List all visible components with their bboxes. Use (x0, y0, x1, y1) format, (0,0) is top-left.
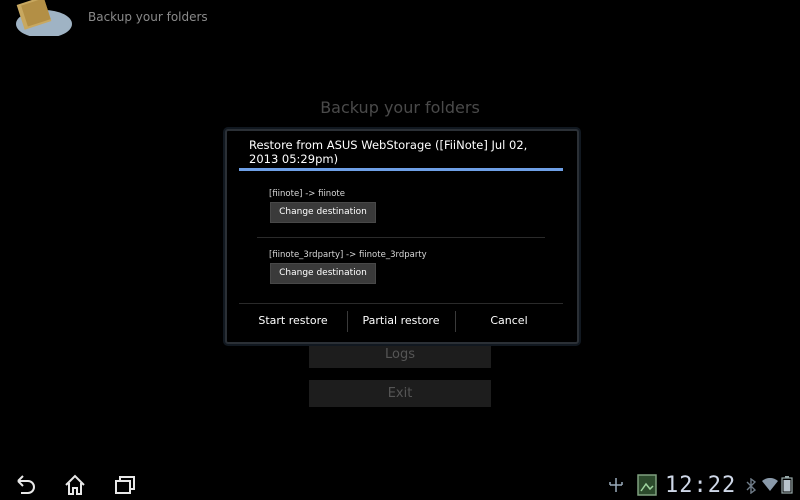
bluetooth-icon (746, 478, 757, 494)
home-icon[interactable] (63, 474, 87, 496)
cancel-button[interactable]: Cancel (455, 304, 563, 339)
battery-icon (781, 476, 793, 494)
cloud-folder-icon[interactable] (14, 0, 74, 36)
recent-apps-icon[interactable] (113, 474, 137, 496)
exit-button[interactable]: Exit (309, 380, 491, 407)
usb-icon (609, 478, 623, 492)
restore-dialog: Restore from ASUS WebStorage ([FiiNote] … (225, 129, 579, 344)
back-icon[interactable] (13, 474, 37, 496)
gallery-icon (637, 474, 657, 496)
folder-mapping-label: [fiinote_3rdparty] -> fiinote_3rdparty (269, 250, 427, 260)
dialog-title: Restore from ASUS WebStorage ([FiiNote] … (249, 138, 528, 166)
page-title: Backup your folders (320, 98, 480, 117)
app-bar: Backup your folders (0, 0, 800, 40)
entry-divider (257, 237, 545, 238)
change-destination-button[interactable]: Change destination (270, 263, 376, 284)
partial-restore-button[interactable]: Partial restore (347, 304, 455, 339)
logs-button[interactable]: Logs (309, 341, 491, 368)
app-title: Backup your folders (88, 10, 208, 24)
folder-mapping-label: [fiinote] -> fiinote (269, 189, 345, 199)
clock: 12:22 (665, 473, 737, 498)
dialog-actions: Start restore Partial restore Cancel (239, 303, 563, 339)
title-divider (239, 168, 563, 171)
wifi-icon (762, 478, 778, 491)
change-destination-button[interactable]: Change destination (270, 202, 376, 223)
start-restore-button[interactable]: Start restore (239, 304, 347, 339)
